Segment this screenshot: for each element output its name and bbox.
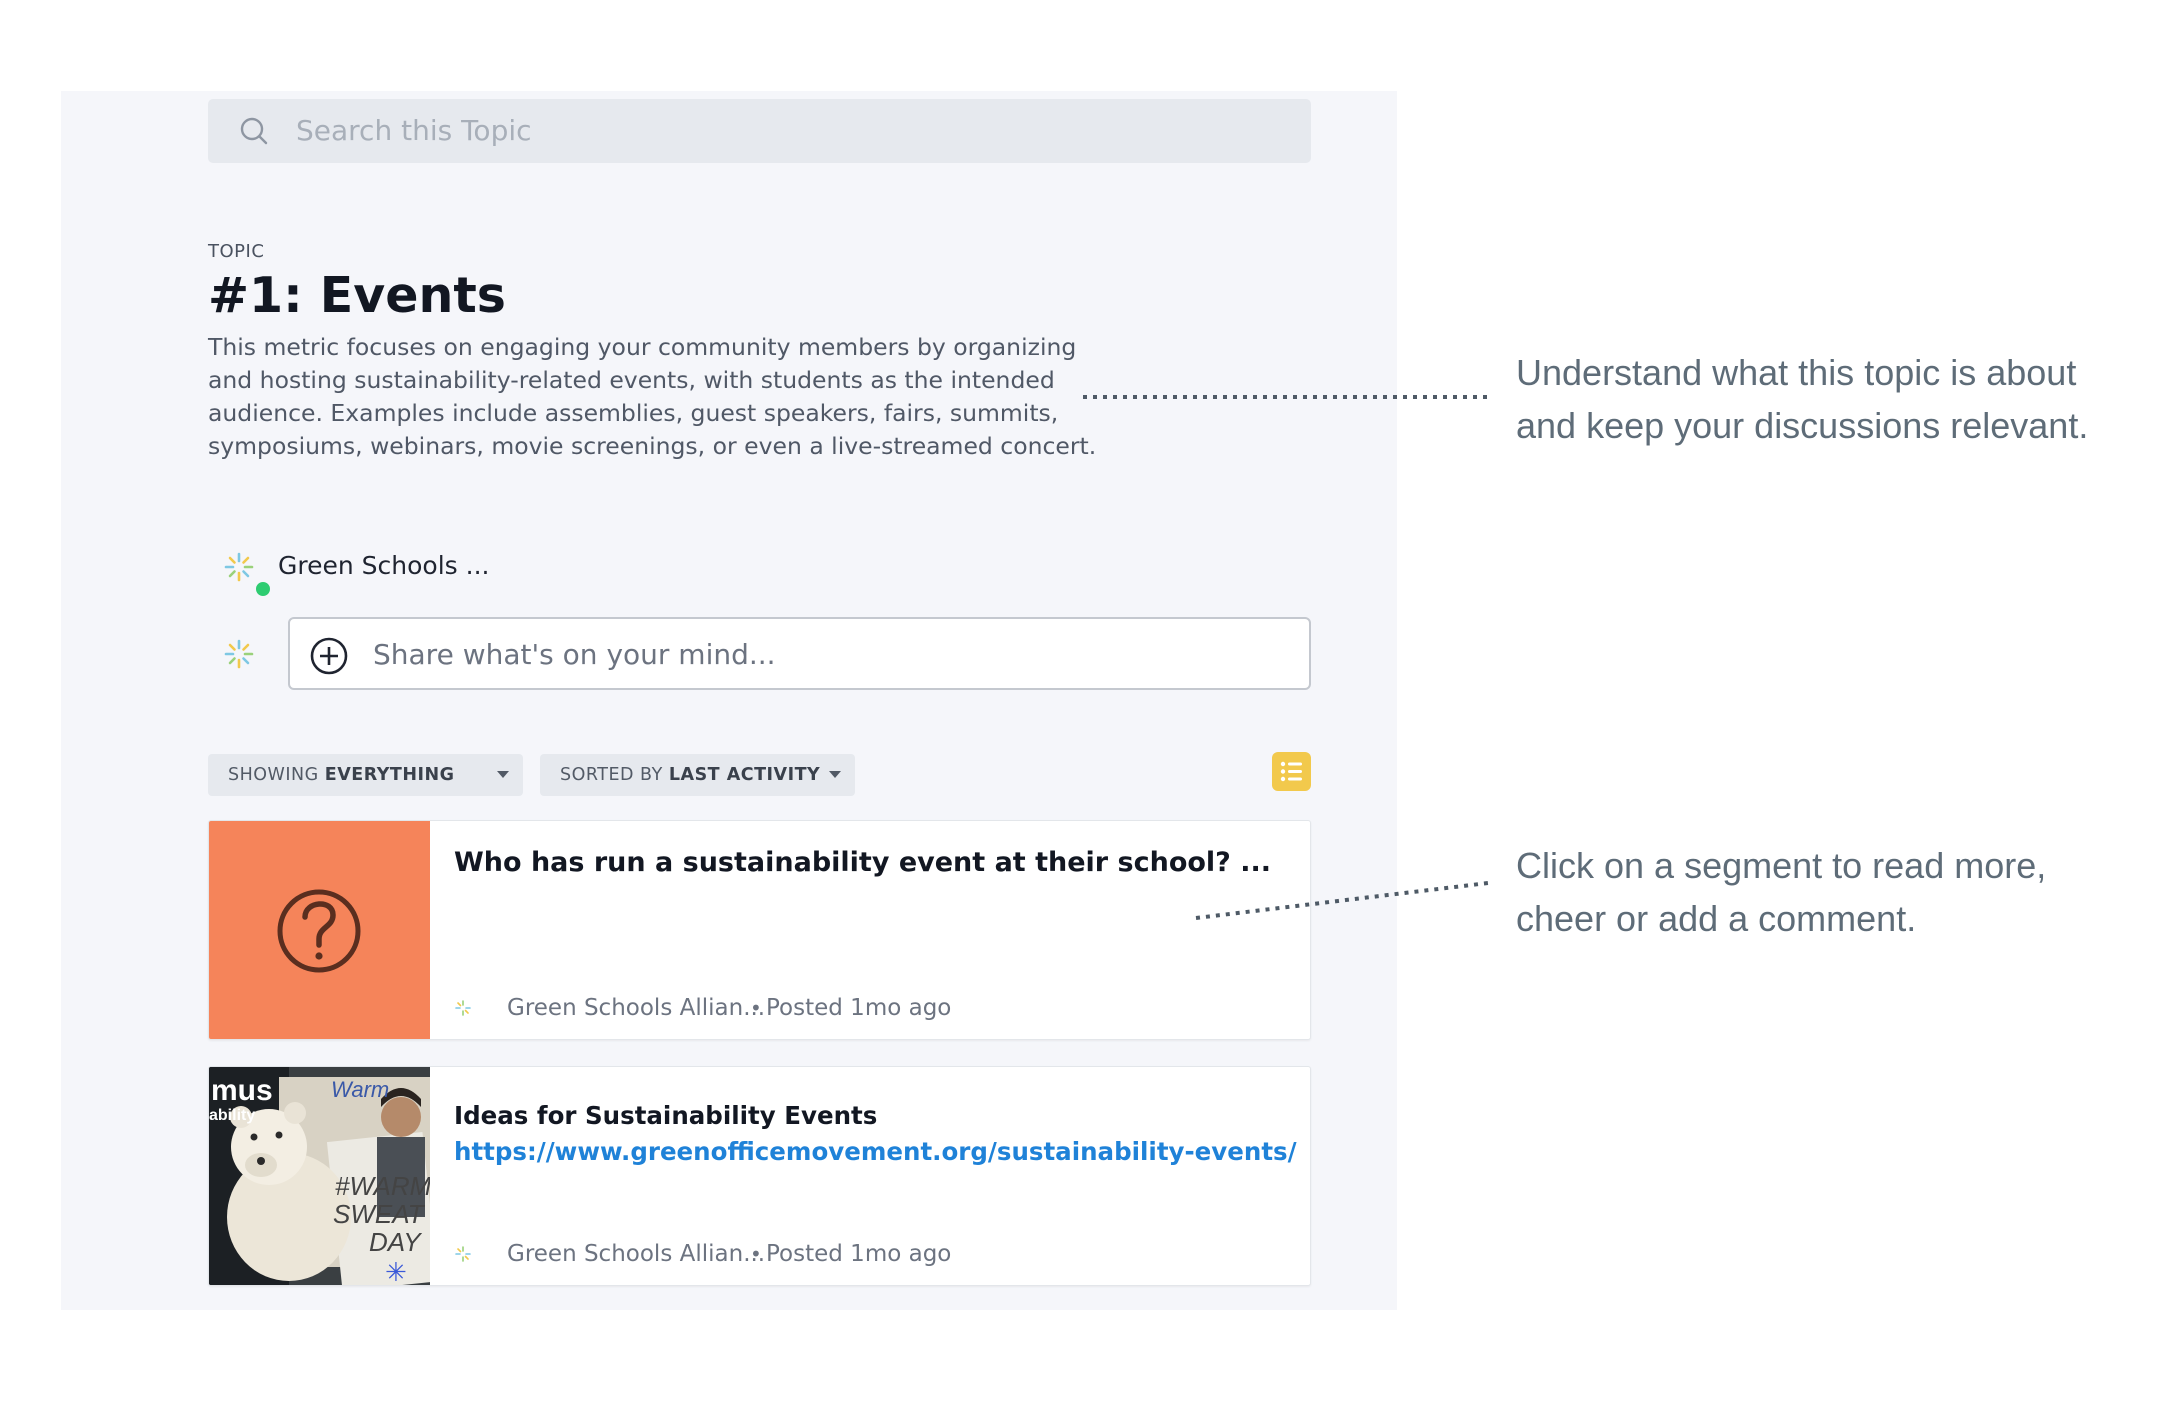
post-card[interactable]: mus ability Warm #WARM SWEAT DAY ✳ Ideas… xyxy=(208,1066,1311,1286)
sort-dropdown[interactable]: SORTED BY LAST ACTIVITY xyxy=(540,754,855,796)
question-icon xyxy=(277,889,361,973)
post-card[interactable]: Who has run a sustainability event at th… xyxy=(208,820,1311,1040)
post-timestamp: Posted 1mo ago xyxy=(766,995,952,1021)
showing-prefix: SHOWING xyxy=(228,765,319,785)
sorted-prefix: SORTED BY xyxy=(560,765,663,785)
post-link[interactable]: https://www.greenofficemovement.org/sust… xyxy=(454,1135,1297,1169)
topic-description: This metric focuses on engaging your com… xyxy=(208,333,1097,460)
author-avatar-icon xyxy=(455,1000,471,1016)
photo-thumbnail-icon: mus ability Warm #WARM SWEAT DAY ✳ xyxy=(209,1067,439,1286)
composer-placeholder: Share what's on your mind... xyxy=(373,638,776,671)
author-avatar-icon xyxy=(224,552,254,582)
topic-label: TOPIC xyxy=(208,241,265,262)
author-name[interactable]: Green Schools ... xyxy=(278,548,489,584)
list-view-button[interactable] xyxy=(1272,752,1311,791)
post-timestamp: Posted 1mo ago xyxy=(766,1241,952,1267)
post-title[interactable]: Who has run a sustainability event at th… xyxy=(454,845,1271,881)
search-input[interactable]: Search this Topic xyxy=(208,99,1311,163)
composer-avatar-icon xyxy=(224,639,254,669)
list-icon xyxy=(1280,761,1302,782)
online-status-dot xyxy=(254,580,272,598)
chevron-down-icon xyxy=(497,771,509,778)
meta-separator: • xyxy=(750,996,762,1020)
search-icon xyxy=(240,117,268,145)
post-author[interactable]: Green Schools Allian... xyxy=(507,991,765,1025)
svg-text:mus: mus xyxy=(211,1074,273,1107)
svg-text:Warm: Warm xyxy=(331,1077,389,1102)
svg-text:SWEAT: SWEAT xyxy=(333,1199,426,1229)
svg-text:DAY: DAY xyxy=(369,1227,422,1257)
chevron-down-icon xyxy=(829,771,841,778)
post-thumbnail xyxy=(209,821,430,1039)
post-title[interactable]: Ideas for Sustainability Events xyxy=(454,1098,877,1134)
showing-filter-dropdown[interactable]: SHOWING EVERYTHING xyxy=(208,754,523,796)
page-title: #1: Events xyxy=(208,267,506,324)
meta-separator: • xyxy=(750,1242,762,1266)
callout-topic-description: Understand what this topic is about and … xyxy=(1516,352,2089,446)
svg-text:ability: ability xyxy=(209,1107,255,1124)
add-post-icon[interactable] xyxy=(310,637,348,675)
sorted-value: LAST ACTIVITY xyxy=(668,765,821,785)
author-avatar-icon xyxy=(455,1246,471,1262)
svg-text:✳: ✳ xyxy=(385,1258,407,1286)
share-composer-input[interactable]: Share what's on your mind... xyxy=(288,617,1311,690)
callout-segment-click: Click on a segment to read more, cheer o… xyxy=(1516,845,2047,939)
svg-text:#WARM: #WARM xyxy=(335,1171,430,1201)
search-placeholder: Search this Topic xyxy=(296,114,532,147)
post-author[interactable]: Green Schools Allian... xyxy=(507,1237,765,1271)
showing-value: EVERYTHING xyxy=(324,765,455,785)
post-thumbnail: mus ability Warm #WARM SWEAT DAY ✳ xyxy=(209,1067,439,1286)
